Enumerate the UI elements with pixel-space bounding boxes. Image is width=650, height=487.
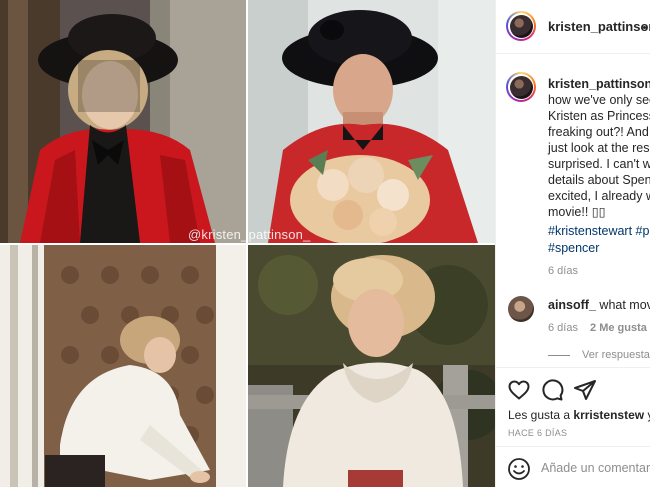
caption-line: how we've only seen bbox=[548, 93, 650, 107]
photo-tile-bottom-right bbox=[248, 245, 495, 487]
hashtag-link[interactable]: #kristenstewart #pri bbox=[548, 223, 650, 240]
view-replies-label[interactable]: Ver respuestas ( bbox=[582, 349, 650, 361]
photo-tile-top-left bbox=[0, 0, 246, 243]
post-sidebar: kristen_pattinson_ kristen_pattinson_ W … bbox=[495, 0, 650, 487]
liked-by: Les gusta a krristenstew y p bbox=[508, 408, 650, 422]
photo-watermark: @kristen_pattinson_ bbox=[188, 227, 311, 242]
hashtag-link[interactable]: #spencer bbox=[548, 240, 650, 257]
post-header: kristen_pattinson_ bbox=[496, 0, 650, 54]
commenter-avatar[interactable] bbox=[508, 296, 534, 322]
header-username[interactable]: kristen_pattinson_ bbox=[548, 19, 650, 34]
caption-avatar[interactable] bbox=[506, 72, 536, 102]
hashtags: #kristenstewart #pri #spencer bbox=[548, 223, 650, 256]
photo-tile-bottom-left bbox=[0, 245, 246, 487]
liked-by-prefix: Les gusta a bbox=[508, 408, 571, 422]
comment-icon[interactable] bbox=[540, 378, 564, 402]
caption-line: movie!! ▯▯ bbox=[548, 205, 606, 219]
caption-line: just look at the resem bbox=[548, 141, 650, 155]
add-comment-input[interactable] bbox=[541, 461, 650, 475]
heart-icon[interactable] bbox=[507, 378, 531, 402]
replies-divider bbox=[548, 354, 570, 356]
post-actions: Les gusta a krristenstew y p HACE 6 DÍAS bbox=[496, 367, 650, 487]
smile-icon[interactable] bbox=[507, 457, 531, 481]
comment: ainsoff_ what movie bbox=[548, 298, 650, 312]
add-comment-bar bbox=[496, 446, 650, 487]
view-replies[interactable]: Ver respuestas ( bbox=[548, 349, 650, 361]
comment-likes[interactable]: 2 Me gusta bbox=[590, 322, 647, 334]
caption-line: details about Spence bbox=[548, 173, 650, 187]
post-age: HACE 6 DÍAS bbox=[508, 428, 568, 438]
caption-timestamp: 6 días bbox=[548, 265, 578, 277]
comment-timestamp: 6 días bbox=[548, 322, 578, 334]
caption: kristen_pattinson_ W how we've only seen… bbox=[548, 76, 650, 220]
more-icon[interactable] bbox=[643, 26, 646, 29]
caption-line: excited, I already wa bbox=[548, 189, 650, 203]
liked-by-user[interactable]: krristenstew bbox=[573, 408, 644, 422]
comment-username[interactable]: ainsoff_ bbox=[548, 298, 596, 312]
share-icon[interactable] bbox=[573, 378, 597, 402]
comment-text: what movie bbox=[599, 298, 650, 312]
caption-line: Kristen as Princess D bbox=[548, 109, 650, 123]
comment-meta: 6 días 2 Me gusta R bbox=[548, 322, 650, 334]
caption-line: surprised. I can't wa bbox=[548, 157, 650, 171]
caption-line: freaking out?! And i bbox=[548, 125, 650, 139]
post-image[interactable]: @kristen_pattinson_ bbox=[0, 0, 495, 487]
caption-username[interactable]: kristen_pattinson_ bbox=[548, 77, 650, 91]
photo-tile-top-right bbox=[248, 0, 495, 243]
avatar[interactable] bbox=[506, 11, 536, 41]
